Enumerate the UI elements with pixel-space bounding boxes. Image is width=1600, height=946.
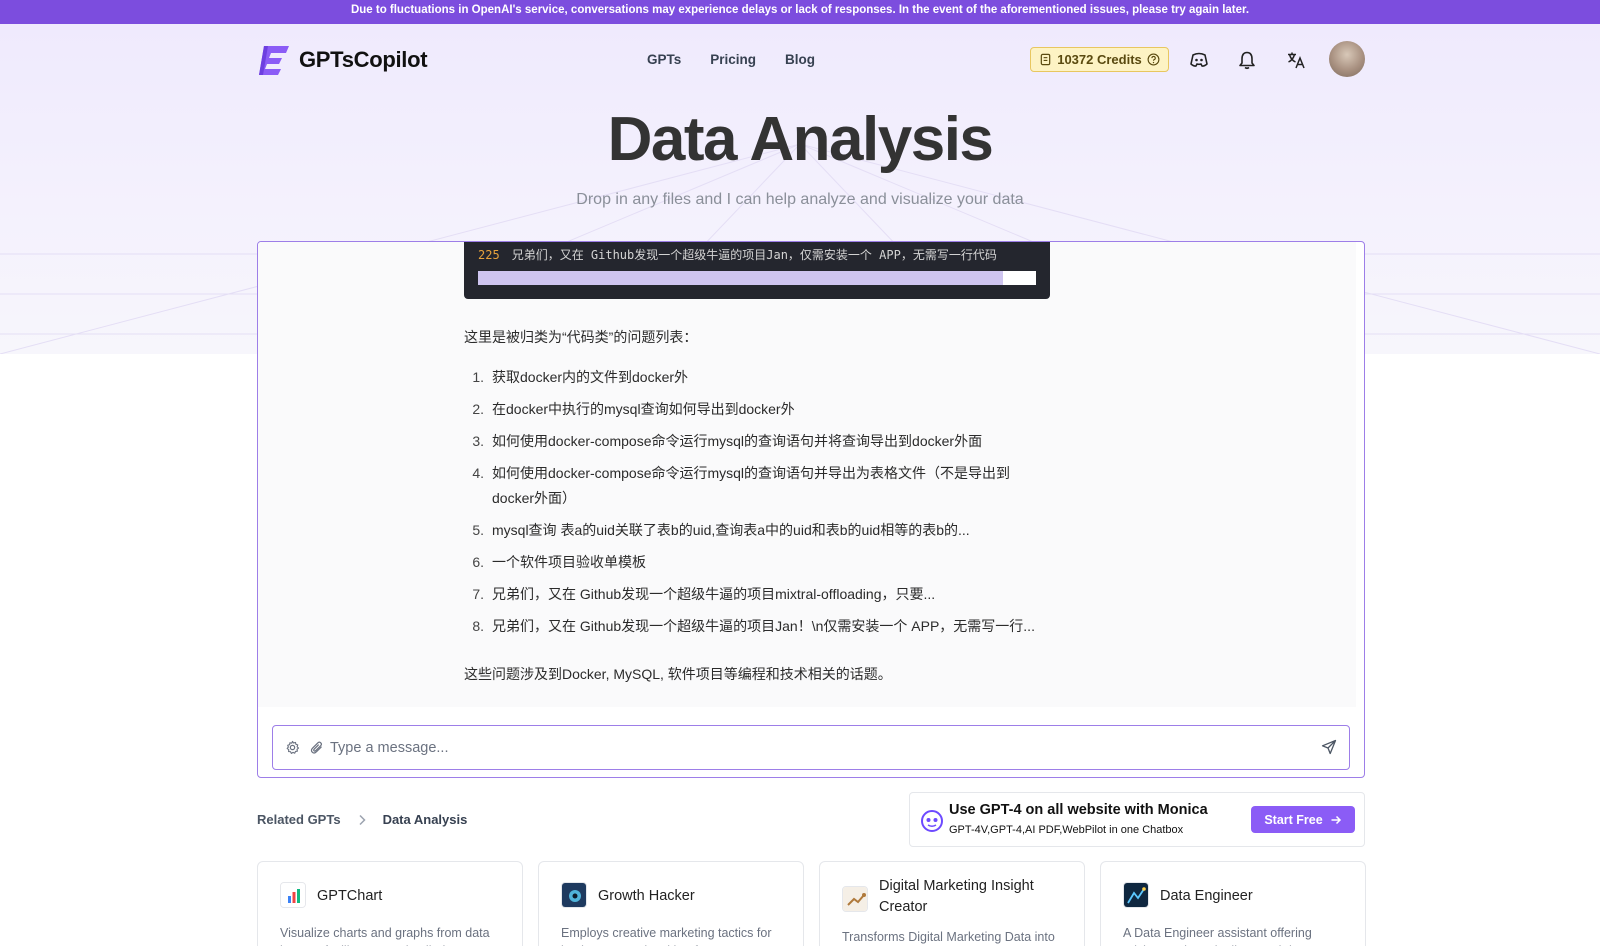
arrow-right-icon bbox=[1331, 815, 1341, 824]
message-composer bbox=[272, 725, 1350, 770]
list-number: 3. bbox=[472, 433, 484, 449]
monica-promo: Use GPT-4 on all website with Monica GPT… bbox=[909, 792, 1365, 847]
answer-intro: 这里是被归类为“代码类”的问题列表： bbox=[464, 329, 698, 345]
card-title: Digital Marketing Insight Creator bbox=[879, 878, 1034, 915]
send-icon[interactable] bbox=[1321, 739, 1337, 755]
code-scrollbar-thumb[interactable] bbox=[478, 271, 1003, 285]
card-title: Data Engineer bbox=[1160, 888, 1253, 904]
code-scrollbar[interactable] bbox=[478, 271, 1036, 285]
list-number: 4. bbox=[472, 465, 484, 481]
list-item: 1. 获取docker内的文件到docker外 bbox=[464, 365, 1044, 390]
nav-blog[interactable]: Blog bbox=[785, 52, 815, 67]
credits-text: 10372 Credits bbox=[1057, 52, 1142, 67]
translate-icon[interactable] bbox=[1286, 50, 1306, 70]
start-free-button[interactable]: Start Free bbox=[1251, 806, 1355, 833]
marketing-icon bbox=[842, 886, 868, 912]
promo-subtitle: GPT-4V,GPT-4,AI PDF,WebPilot in one Chat… bbox=[949, 824, 1184, 836]
list-text: 如何使用docker-compose命令运行mysql的查询语句并导出为表格文件… bbox=[492, 465, 1011, 506]
chat-messages[interactable]: 225 兄弟们，又在 Github发现一个超级牛逼的项目Jan，仅需安装一个 AP… bbox=[258, 242, 1356, 707]
engineer-icon bbox=[1123, 882, 1149, 908]
top-header: GPTsCopilot GPTs Pricing Blog 10372 Cred… bbox=[0, 24, 1600, 96]
nav-pricing[interactable]: Pricing bbox=[710, 52, 756, 67]
monica-icon bbox=[921, 810, 943, 832]
card-description: Transforms Digital Marketing Data into bbox=[842, 930, 1055, 944]
list-item: 2. 在docker中执行的mysql查询如何导出到docker外 bbox=[464, 397, 1044, 422]
bell-icon[interactable] bbox=[1237, 50, 1257, 70]
list-item: 3. 如何使用docker-compose命令运行mysql的查询语句并将查询导出… bbox=[464, 429, 1044, 454]
chart-icon bbox=[280, 882, 306, 908]
list-number: 7. bbox=[472, 586, 484, 602]
growth-icon bbox=[561, 882, 587, 908]
list-number: 1. bbox=[472, 369, 484, 385]
brand-logo[interactable]: GPTsCopilot bbox=[257, 42, 428, 78]
start-free-label: Start Free bbox=[1264, 812, 1323, 827]
page-subtitle: Drop in any files and I can help analyze… bbox=[576, 191, 1024, 208]
attach-icon[interactable] bbox=[309, 740, 324, 755]
list-number: 2. bbox=[472, 401, 484, 417]
gpt-card-data-engineer[interactable]: Data Engineer A Data Engineer assistant … bbox=[1100, 861, 1366, 946]
breadcrumb-root[interactable]: Related GPTs bbox=[257, 812, 341, 827]
list-item: 4. 如何使用docker-compose命令运行mysql的查询语句并导出为表格… bbox=[464, 461, 1044, 511]
breadcrumb: Related GPTs Data Analysis bbox=[257, 812, 467, 827]
list-text: 在docker中执行的mysql查询如何导出到docker外 bbox=[492, 401, 795, 417]
list-text: 一个软件项目验收单模板 bbox=[492, 554, 646, 570]
gpt-card-gptchart[interactable]: GPTChart Visualize charts and graphs fro… bbox=[257, 861, 523, 946]
list-item: 6. 一个软件项目验收单模板 bbox=[464, 550, 1044, 575]
list-item: 5. mysql查询 表a的uid关联了表b的uid,查询表a中的uid和表b的u… bbox=[464, 518, 1044, 543]
code-line-text: 兄弟们，又在 Github发现一个超级牛逼的项目Jan，仅需安装一个 APP，无… bbox=[511, 248, 997, 262]
list-item: 7. 兄弟们，又在 Github发现一个超级牛逼的项目mixtral-offloa… bbox=[464, 582, 1044, 607]
card-description: A Data Engineer assistant offering advic… bbox=[1123, 926, 1312, 946]
list-text: mysql查询 表a的uid关联了表b的uid,查询表a中的uid和表b的uid… bbox=[492, 522, 970, 538]
code-block: 225 兄弟们，又在 Github发现一个超级牛逼的项目Jan，仅需安装一个 AP… bbox=[464, 242, 1050, 299]
chevron-right-icon bbox=[359, 814, 366, 825]
list-number: 6. bbox=[472, 554, 484, 570]
announcement-banner: Due to fluctuations in OpenAI's service,… bbox=[0, 0, 1600, 24]
breadcrumb-current: Data Analysis bbox=[382, 812, 468, 827]
promo-title: Use GPT-4 on all website with Monica bbox=[949, 802, 1208, 818]
page-title: Data Analysis bbox=[607, 105, 994, 174]
list-number: 5. bbox=[472, 522, 484, 538]
settings-icon[interactable] bbox=[285, 740, 300, 755]
card-title: GPTChart bbox=[317, 888, 383, 904]
code-line: 225 兄弟们，又在 Github发现一个超级牛逼的项目Jan，仅需安装一个 AP… bbox=[478, 246, 997, 263]
list-number: 8. bbox=[472, 618, 484, 634]
nav-gpts[interactable]: GPTs bbox=[647, 52, 681, 67]
list-text: 兄弟们，又在 Github发现一个超级牛逼的项目mixtral-offloadi… bbox=[492, 586, 936, 602]
answer-outro: 这些问题涉及到Docker, MySQL, 软件项目等编程和技术相关的话题。 bbox=[464, 666, 892, 682]
gpt-card-digital-marketing[interactable]: Digital Marketing Insight Creator Transf… bbox=[819, 861, 1085, 946]
gpt-card-growth-hacker[interactable]: Growth Hacker Employs creative marketing… bbox=[538, 861, 804, 946]
chat-panel: 225 兄弟们，又在 Github发现一个超级牛逼的项目Jan，仅需安装一个 AP… bbox=[257, 241, 1365, 778]
coin-icon bbox=[1040, 53, 1051, 66]
card-description: Employs creative marketing tactics for b… bbox=[561, 926, 772, 946]
message-input[interactable] bbox=[330, 737, 1290, 759]
brand-name: GPTsCopilot bbox=[299, 47, 428, 72]
user-avatar[interactable] bbox=[1329, 41, 1365, 77]
code-line-number: 225 bbox=[478, 248, 500, 262]
question-list: 1. 获取docker内的文件到docker外 2. 在docker中执行的mysq… bbox=[464, 365, 1044, 646]
list-text: 如何使用docker-compose命令运行mysql的查询语句并将查询导出到d… bbox=[492, 433, 983, 449]
credits-badge[interactable]: 10372 Credits bbox=[1030, 47, 1169, 72]
discord-icon[interactable] bbox=[1189, 50, 1209, 70]
help-icon[interactable] bbox=[1147, 53, 1160, 66]
list-text: 兄弟们，又在 Github发现一个超级牛逼的项目Jan！\n仅需安装一个 APP… bbox=[492, 618, 1035, 634]
card-title: Growth Hacker bbox=[598, 888, 695, 904]
list-item: 8. 兄弟们，又在 Github发现一个超级牛逼的项目Jan！\n仅需安装一个 A… bbox=[464, 614, 1044, 639]
card-description: Visualize charts and graphs from data in… bbox=[280, 926, 490, 946]
main-nav: GPTs Pricing Blog bbox=[647, 52, 815, 67]
logo-icon bbox=[259, 46, 289, 75]
list-text: 获取docker内的文件到docker外 bbox=[492, 369, 689, 385]
